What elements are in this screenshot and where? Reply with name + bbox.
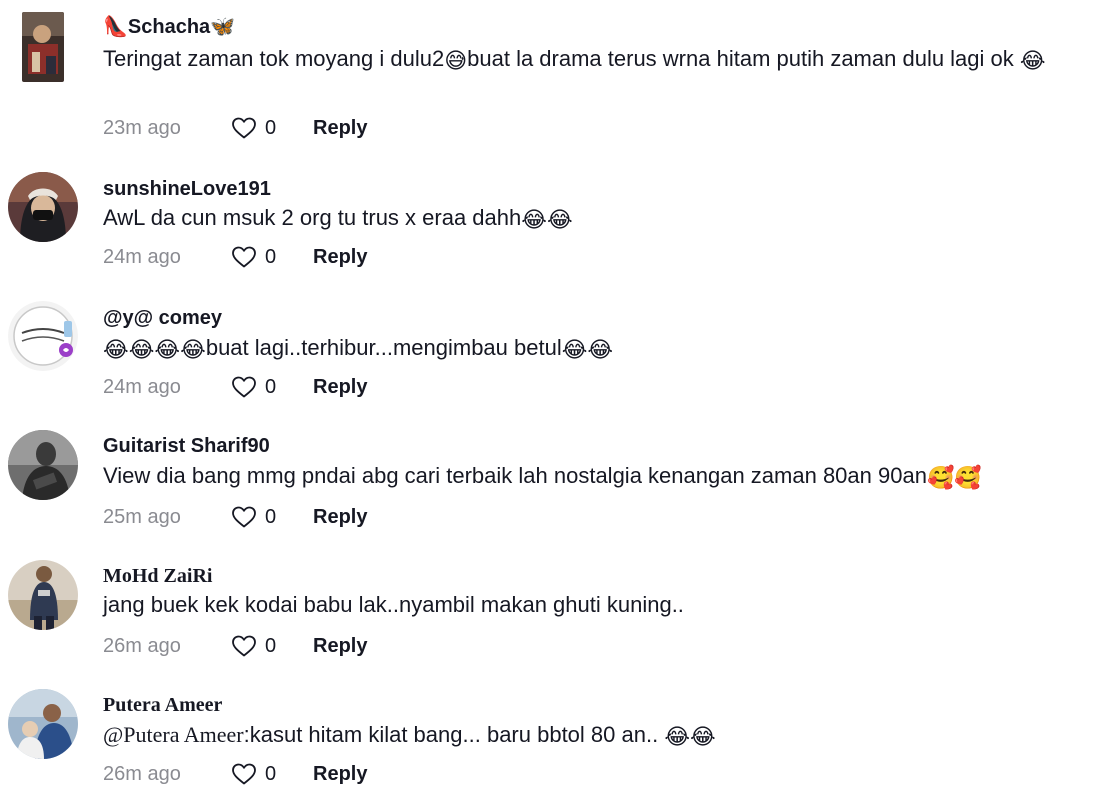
butterfly-emoji: 🦋 (210, 14, 236, 38)
avatar[interactable] (8, 689, 78, 759)
avatar[interactable] (8, 560, 78, 630)
like-count: 0 (265, 762, 277, 785)
heart-outline-icon (232, 763, 256, 785)
comment-item: MoHd ZaiRi jang buek kek kodai babu lak.… (0, 554, 1116, 674)
timestamp: 26m ago (103, 762, 181, 785)
reply-button[interactable]: Reply (313, 635, 367, 658)
comment-item: @y@ comey 😂😂😂😂buat lagi..terhibur...meng… (0, 295, 1116, 415)
comment-text-part: AwL da cun msuk 2 org tu trus x eraa dah… (103, 205, 522, 230)
reply-button[interactable]: Reply (313, 117, 367, 140)
timestamp: 26m ago (103, 634, 181, 657)
comment-text-part: buat lagi..terhibur...mengimbau betul (205, 335, 562, 360)
heart-outline-icon (232, 635, 256, 657)
reply-button[interactable]: Reply (313, 246, 367, 269)
comment-text-part: View dia bang mmg pndai abg cari terbaik… (103, 463, 927, 488)
comment-text: View dia bang mmg pndai abg cari terbaik… (103, 461, 1110, 491)
comment-item: 👠Schacha🦋 Teringat zaman tok moyang i du… (0, 0, 1116, 150)
mention-link[interactable]: @Putera Ameer (103, 722, 244, 747)
heart-outline-icon (232, 246, 256, 268)
comment-meta: 26m ago 0 Reply (103, 761, 367, 787)
like-count: 0 (265, 375, 277, 398)
comment-meta: 24m ago 0 Reply (103, 244, 367, 270)
emoji: 😂😂 (561, 338, 614, 363)
comment-text-part: buat la drama terus wrna hitam putih zam… (467, 46, 1014, 71)
comment-meta: 23m ago 0 Reply (103, 115, 367, 141)
avatar[interactable] (22, 12, 64, 82)
reply-button[interactable]: Reply (313, 763, 367, 786)
username[interactable]: @y@ comey (103, 306, 222, 330)
username[interactable]: Putera Ameer (103, 693, 222, 717)
emoji: 😂😂 (664, 725, 716, 750)
reply-button[interactable]: Reply (313, 506, 367, 529)
comment-text-part: jang buek kek kodai babu lak..nyambil ma… (103, 592, 684, 617)
emoji: 😂😂 (521, 208, 573, 233)
like-count: 0 (265, 505, 277, 528)
comment-item: sunshineLove191 AwL da cun msuk 2 org tu… (0, 165, 1116, 285)
comment-text: @Putera Ameer:kasut hitam kilat bang... … (103, 720, 1110, 750)
high-heel-emoji: 👠 (103, 14, 128, 38)
like-count: 0 (265, 116, 277, 139)
avatar[interactable] (8, 430, 78, 500)
like-button[interactable]: 0 (231, 505, 313, 529)
comment-item: Guitarist Sharif90 View dia bang mmg pnd… (0, 425, 1116, 545)
comment-meta: 26m ago 0 Reply (103, 633, 367, 659)
emoji: 😅 (444, 49, 468, 74)
avatar[interactable] (8, 172, 78, 242)
comment-text: jang buek kek kodai babu lak..nyambil ma… (103, 590, 1110, 620)
like-count: 0 (265, 245, 277, 268)
avatar[interactable] (8, 301, 78, 371)
like-button[interactable]: 0 (231, 245, 313, 269)
username[interactable]: 👠Schacha🦋 (103, 14, 235, 39)
comment-meta: 25m ago 0 Reply (103, 504, 367, 530)
reply-button[interactable]: Reply (313, 376, 367, 399)
heart-outline-icon (232, 376, 256, 398)
comment-text-part: :kasut hitam kilat bang... baru bbtol 80… (243, 722, 665, 747)
like-button[interactable]: 0 (231, 634, 313, 658)
timestamp: 23m ago (103, 116, 181, 139)
timestamp: 24m ago (103, 375, 181, 398)
heart-outline-icon (232, 506, 256, 528)
like-button[interactable]: 0 (231, 762, 313, 786)
like-button[interactable]: 0 (231, 116, 313, 140)
comment-item: Putera Ameer @Putera Ameer:kasut hitam k… (0, 683, 1116, 800)
comment-text-part: Teringat zaman tok moyang i dulu2 (103, 46, 445, 71)
like-count: 0 (265, 634, 277, 657)
comment-text: 😂😂😂😂buat lagi..terhibur...mengimbau betu… (103, 333, 1110, 363)
username-text: Schacha (127, 16, 211, 38)
username[interactable]: MoHd ZaiRi (103, 564, 212, 588)
username[interactable]: Guitarist Sharif90 (103, 434, 270, 458)
timestamp: 24m ago (103, 245, 181, 268)
heart-outline-icon (232, 117, 256, 139)
comment-text: AwL da cun msuk 2 org tu trus x eraa dah… (103, 203, 1110, 233)
like-button[interactable]: 0 (231, 375, 313, 399)
username[interactable]: sunshineLove191 (103, 177, 271, 201)
emoji: 😂😂😂😂 (103, 338, 206, 363)
emoji: 😂 (1019, 49, 1046, 74)
timestamp: 25m ago (103, 505, 181, 528)
emoji: 🥰🥰 (926, 466, 982, 491)
comment-text: Teringat zaman tok moyang i dulu2😅buat l… (103, 44, 1110, 74)
comment-meta: 24m ago 0 Reply (103, 374, 367, 400)
